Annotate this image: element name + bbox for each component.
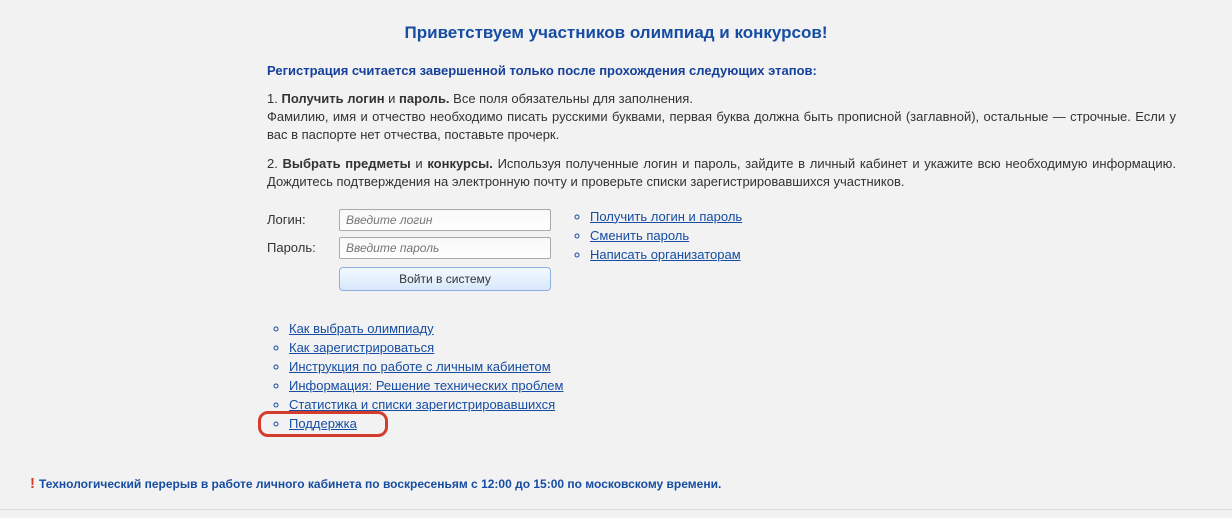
step-1-mid-1: и xyxy=(385,91,400,106)
step-1-bold-2: пароль. xyxy=(399,91,450,106)
footer-notice-text: Технологический перерыв в работе личного… xyxy=(39,477,721,491)
footer-divider xyxy=(0,509,1232,510)
login-form: Логин: Пароль: Войти в систему xyxy=(267,209,567,291)
step-1: 1. Получить логин и пароль. Все поля обя… xyxy=(267,90,1176,144)
login-button[interactable]: Войти в систему xyxy=(339,267,551,291)
step-2-mid-1: и xyxy=(411,156,428,171)
link-statistics[interactable]: Статистика и списки зарегистрировавшихся xyxy=(289,397,555,412)
step-1-bold-1: Получить логин xyxy=(281,91,384,106)
link-how-to-register[interactable]: Как зарегистрироваться xyxy=(289,340,434,355)
link-cabinet-instructions[interactable]: Инструкция по работе с личным кабинетом xyxy=(289,359,551,374)
login-input[interactable] xyxy=(339,209,551,231)
link-get-login[interactable]: Получить логин и пароль xyxy=(590,209,742,224)
password-input[interactable] xyxy=(339,237,551,259)
login-label: Логин: xyxy=(267,212,339,227)
step-2-bold-1: Выбрать предметы xyxy=(283,156,411,171)
step-2: 2. Выбрать предметы и конкурсы. Использу… xyxy=(267,155,1176,191)
link-support[interactable]: Поддержка xyxy=(289,416,357,431)
step-1-rest-1: Все поля обязательны для заполнения. xyxy=(450,91,693,106)
step-1-line-2: Фамилию, имя и отчество необходимо писат… xyxy=(267,109,1176,142)
step-2-bold-2: конкурсы. xyxy=(427,156,493,171)
help-links-list: Как выбрать олимпиаду Как зарегистрирова… xyxy=(289,321,1176,431)
page-heading: Приветствуем участников олимпиад и конку… xyxy=(0,0,1232,63)
content-area: Регистрация считается завершенной только… xyxy=(0,63,1232,431)
link-how-to-choose[interactable]: Как выбрать олимпиаду xyxy=(289,321,434,336)
footer-notice: ! Технологический перерыв в работе личног… xyxy=(30,475,1202,492)
registration-subheading: Регистрация считается завершенной только… xyxy=(267,63,1176,78)
link-contact-organizers[interactable]: Написать организаторам xyxy=(590,247,741,262)
step-1-prefix: 1. xyxy=(267,91,281,106)
highlighted-support-wrapper: Поддержка xyxy=(289,416,357,431)
step-2-prefix: 2. xyxy=(267,156,283,171)
login-section: Логин: Пароль: Войти в систему Получить … xyxy=(267,209,1176,291)
action-links-list: Получить логин и пароль Сменить пароль Н… xyxy=(572,209,742,291)
exclamation-icon: ! xyxy=(30,475,35,492)
link-technical-problems[interactable]: Информация: Решение технических проблем xyxy=(289,378,563,393)
password-label: Пароль: xyxy=(267,240,339,255)
link-change-password[interactable]: Сменить пароль xyxy=(590,228,689,243)
